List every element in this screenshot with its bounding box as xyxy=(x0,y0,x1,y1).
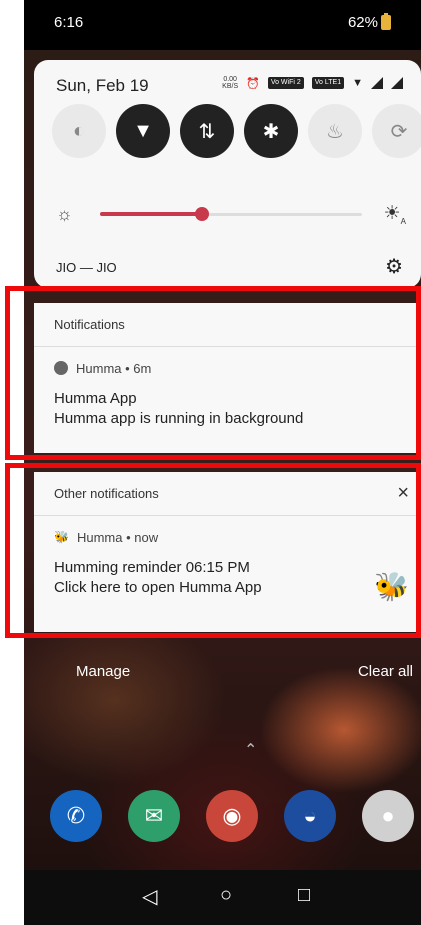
wifi-icon[interactable]: ▼ xyxy=(116,104,170,158)
navigation-bar: ◁ ○ □ xyxy=(24,870,421,925)
mobile-data-icon[interactable]: ⇅ xyxy=(180,104,234,158)
auto-brightness-icon[interactable]: ☀A xyxy=(384,202,406,226)
chevron-up-icon[interactable]: ⌃ xyxy=(244,740,257,760)
highlight-box-other-notifications xyxy=(5,463,421,638)
settings-gear-icon[interactable]: ⚙ xyxy=(385,254,403,279)
brightness-slider-row: ☼ ☀A xyxy=(56,202,406,226)
gallery-app-icon[interactable]: ◒ xyxy=(284,790,336,842)
alarm-icon: ⏰ xyxy=(246,77,260,90)
camera-app-icon[interactable]: ● xyxy=(362,790,414,842)
app-dock: ✆ ✉ ◉ ◒ ● xyxy=(24,790,421,850)
sim-badge-wifi: Vo WiFi 2 xyxy=(267,77,304,89)
qs-date: Sun, Feb 19 xyxy=(56,76,149,95)
qs-tiles: ◐ ▼ ⇅ ✱ ♨ ⟳ xyxy=(52,104,421,158)
battery-percent: 62% xyxy=(347,14,378,31)
net-speed: 0.00 KB/S xyxy=(222,76,239,90)
bluetooth-icon[interactable]: ✱ xyxy=(244,104,298,158)
quick-settings-panel: Sun, Feb 19 0.00 KB/S ⏰ Vo WiFi 2 Vo LTE… xyxy=(34,60,421,288)
highlight-box-notifications xyxy=(5,286,421,460)
qs-status-icons: 0.00 KB/S ⏰ Vo WiFi 2 Vo LTE1 ▼ xyxy=(222,76,403,90)
brightness-thumb[interactable] xyxy=(195,207,210,221)
cell-signal-icon-2 xyxy=(391,77,403,89)
battery-icon xyxy=(381,13,391,30)
phone-app-icon[interactable]: ✆ xyxy=(50,790,102,842)
auto-rotate-icon[interactable]: ⟳ xyxy=(372,104,421,158)
status-battery: 62% xyxy=(347,13,391,31)
wifi-signal-icon: ▼ xyxy=(352,77,363,89)
messages-app-icon[interactable]: ✉ xyxy=(128,790,180,842)
sim-badge-lte: Vo LTE1 xyxy=(311,77,345,89)
chrome-app-icon[interactable]: ◉ xyxy=(206,790,258,842)
brightness-low-icon: ☼ xyxy=(56,204,73,224)
status-time: 6:16 xyxy=(54,14,84,31)
recents-icon[interactable]: □ xyxy=(298,884,310,907)
home-icon[interactable]: ○ xyxy=(220,884,232,907)
data-saver-icon[interactable]: ◐ xyxy=(52,104,106,158)
status-bar: 6:16 62% xyxy=(24,0,421,50)
cell-signal-icon-1 xyxy=(371,77,383,89)
manage-button[interactable]: Manage xyxy=(76,663,130,680)
clear-all-button[interactable]: Clear all xyxy=(358,663,413,680)
network-name: JIO — JIO xyxy=(56,260,117,275)
flashlight-icon[interactable]: ♨ xyxy=(308,104,362,158)
back-icon[interactable]: ◁ xyxy=(142,884,157,909)
brightness-fill xyxy=(100,212,203,216)
